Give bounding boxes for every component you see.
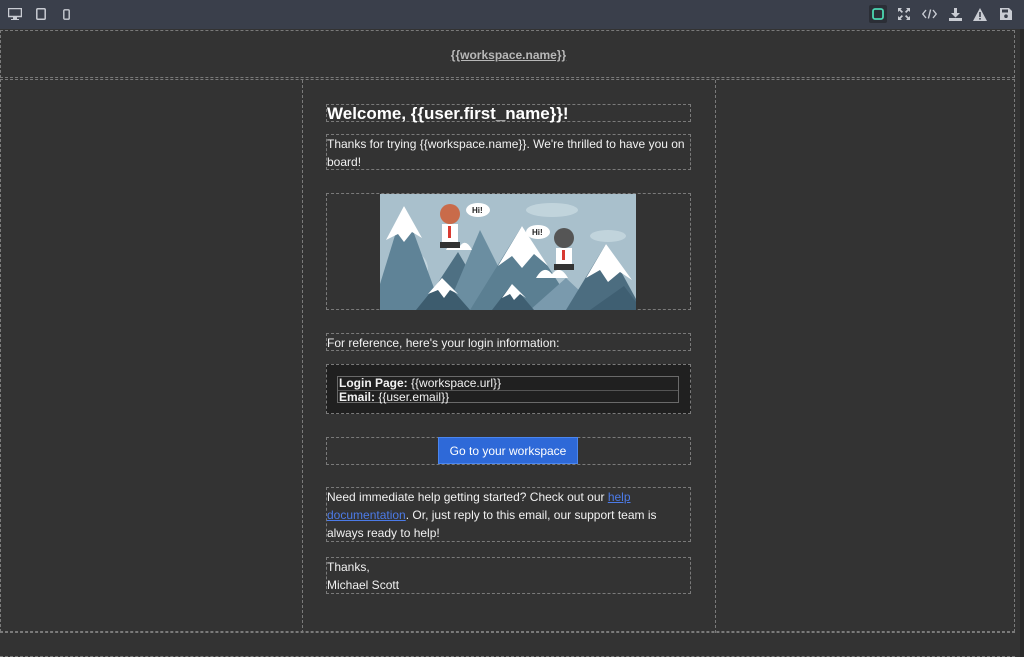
reference-block[interactable]: For reference, here's your login informa… <box>326 333 691 351</box>
save-icon[interactable] <box>997 5 1015 23</box>
mobile-icon[interactable] <box>57 5 75 23</box>
signoff-thanks: Thanks, <box>327 560 370 574</box>
intro-text: Thanks for trying {{workspace.name}}. We… <box>327 137 685 169</box>
footer-row[interactable] <box>0 632 1015 657</box>
desktop-icon[interactable] <box>6 5 24 23</box>
login-page-label: Login Page: <box>339 376 408 390</box>
outline-toggle-icon[interactable] <box>869 5 887 23</box>
title-block[interactable]: Welcome, {{user.first_name}}! <box>326 104 691 123</box>
speech-bubble-1: Hi! <box>472 206 483 215</box>
fullscreen-icon[interactable] <box>895 5 913 23</box>
help-block[interactable]: Need immediate help getting started? Che… <box>326 487 691 542</box>
email-row: Email: {{user.email}} <box>338 390 678 404</box>
login-page-value: {{workspace.url}} <box>411 376 502 390</box>
signoff-block[interactable]: Thanks, Michael Scott <box>326 557 691 594</box>
welcome-title: Welcome, {{user.first_name}}! <box>327 104 569 123</box>
help-prefix: Need immediate help getting started? Che… <box>327 490 608 504</box>
speech-bubble-2: Hi! <box>532 228 543 237</box>
import-icon[interactable] <box>946 5 964 23</box>
code-icon[interactable] <box>920 5 938 23</box>
header-row[interactable]: {{workspace.name}} <box>0 30 1015 78</box>
intro-block[interactable]: Thanks for trying {{workspace.name}}. We… <box>326 134 691 170</box>
canvas-scrollbar[interactable] <box>1020 29 1024 657</box>
go-to-workspace-button[interactable]: Go to your workspace <box>438 437 578 464</box>
login-page-row: Login Page: {{workspace.url}} <box>338 377 678 390</box>
email-label: Email: <box>339 390 376 404</box>
warning-icon[interactable] <box>971 5 989 23</box>
editor-toolbar <box>0 0 1024 29</box>
email-value: {{user.email}} <box>378 390 450 404</box>
reference-text: For reference, here's your login informa… <box>327 336 560 350</box>
workspace-name-link[interactable]: {{workspace.name}} <box>1 48 1016 62</box>
signoff-name: Michael Scott <box>327 578 400 592</box>
image-block[interactable]: Hi! Hi! <box>326 193 691 310</box>
welcome-illustration: Hi! Hi! <box>380 194 636 310</box>
login-info-table[interactable]: Login Page: {{workspace.url}} Email: {{u… <box>337 376 679 404</box>
login-info-block[interactable]: Login Page: {{workspace.url}} Email: {{u… <box>326 364 691 414</box>
tablet-icon[interactable] <box>32 5 50 23</box>
